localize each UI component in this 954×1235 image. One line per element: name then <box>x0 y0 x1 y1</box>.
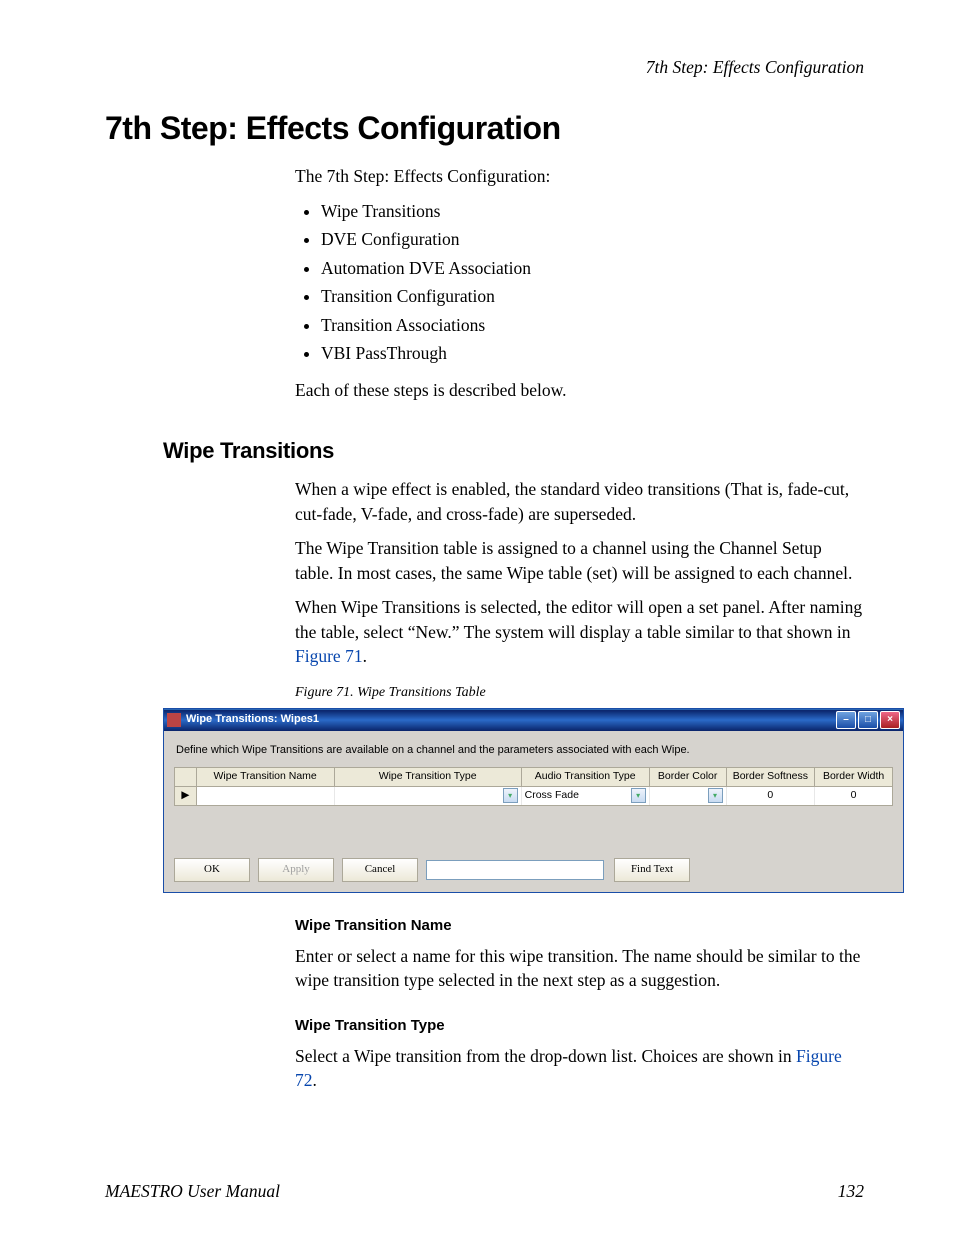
table-header-row: Wipe Transition Name Wipe Transition Typ… <box>175 768 892 787</box>
list-item: Transition Configuration <box>321 284 864 309</box>
button-row: OK Apply Cancel Find Text <box>174 858 893 882</box>
close-button[interactable]: × <box>880 711 900 729</box>
minimize-button[interactable]: – <box>836 711 856 729</box>
figure-71-link[interactable]: Figure 71 <box>295 646 363 666</box>
body-text: Enter or select a name for this wipe tra… <box>295 944 864 993</box>
list-item: Wipe Transitions <box>321 199 864 224</box>
wipe-transitions-window: Wipe Transitions: Wipes1 – □ × Define wh… <box>163 708 904 892</box>
table-row[interactable]: ▶ ▾ Cross Fade ▾ ▾ 0 0 <box>175 787 892 805</box>
row-header-corner <box>175 768 197 786</box>
row-pointer: ▶ <box>175 787 197 805</box>
apply-button: Apply <box>258 858 334 882</box>
list-item: Automation DVE Association <box>321 256 864 281</box>
cell-value: Cross Fade <box>525 788 579 803</box>
ok-button[interactable]: OK <box>174 858 250 882</box>
body-text: When a wipe effect is enabled, the stand… <box>295 477 864 526</box>
cell-border-softness[interactable]: 0 <box>727 787 816 805</box>
col-audio-type[interactable]: Audio Transition Type <box>522 768 650 786</box>
cell-audio-type[interactable]: Cross Fade ▾ <box>522 787 650 805</box>
steps-list: Wipe Transitions DVE Configuration Autom… <box>295 199 864 366</box>
col-border-softness[interactable]: Border Softness <box>727 768 816 786</box>
wipe-table: Wipe Transition Name Wipe Transition Typ… <box>174 767 893 806</box>
window-titlebar[interactable]: Wipe Transitions: Wipes1 – □ × <box>164 709 903 731</box>
cancel-button[interactable]: Cancel <box>342 858 418 882</box>
chevron-down-icon[interactable]: ▾ <box>631 788 646 803</box>
body-text-span: . <box>313 1070 317 1090</box>
cell-border-width[interactable]: 0 <box>815 787 892 805</box>
col-border-color[interactable]: Border Color <box>650 768 727 786</box>
cell-wipe-type[interactable]: ▾ <box>335 787 522 805</box>
cell-wipe-name[interactable] <box>197 787 335 805</box>
find-text-input[interactable] <box>426 860 604 880</box>
list-item: DVE Configuration <box>321 227 864 252</box>
intro-end-text: Each of these steps is described below. <box>295 378 864 403</box>
body-text-span: Select a Wipe transition from the drop-d… <box>295 1046 796 1066</box>
col-wipe-type[interactable]: Wipe Transition Type <box>335 768 522 786</box>
app-icon <box>167 713 181 727</box>
intro-text: The 7th Step: Effects Configuration: <box>295 164 864 189</box>
body-text: Select a Wipe transition from the drop-d… <box>295 1044 864 1093</box>
list-item: VBI PassThrough <box>321 341 864 366</box>
subsection-wipe-type: Wipe Transition Type <box>295 1015 864 1036</box>
col-border-width[interactable]: Border Width <box>815 768 892 786</box>
body-text: When Wipe Transitions is selected, the e… <box>295 595 864 669</box>
cell-border-color[interactable]: ▾ <box>650 787 727 805</box>
body-text: The Wipe Transition table is assigned to… <box>295 536 864 585</box>
footer-manual-title: MAESTRO User Manual <box>105 1179 280 1204</box>
subsection-wipe-name: Wipe Transition Name <box>295 915 864 936</box>
window-title: Wipe Transitions: Wipes1 <box>186 712 836 727</box>
chevron-down-icon[interactable]: ▾ <box>503 788 518 803</box>
page-title: 7th Step: Effects Configuration <box>105 106 864 151</box>
figure-caption: Figure 71. Wipe Transitions Table <box>295 683 864 703</box>
window-description: Define which Wipe Transitions are availa… <box>176 743 893 758</box>
section-heading-wipe-transitions: Wipe Transitions <box>163 436 864 467</box>
body-text-span: . <box>363 646 367 666</box>
body-text-span: When Wipe Transitions is selected, the e… <box>295 597 862 642</box>
col-wipe-name[interactable]: Wipe Transition Name <box>197 768 335 786</box>
chevron-down-icon[interactable]: ▾ <box>708 788 723 803</box>
list-item: Transition Associations <box>321 313 864 338</box>
running-head: 7th Step: Effects Configuration <box>105 55 864 80</box>
find-text-button[interactable]: Find Text <box>614 858 690 882</box>
page-number: 132 <box>838 1179 864 1204</box>
maximize-button[interactable]: □ <box>858 711 878 729</box>
